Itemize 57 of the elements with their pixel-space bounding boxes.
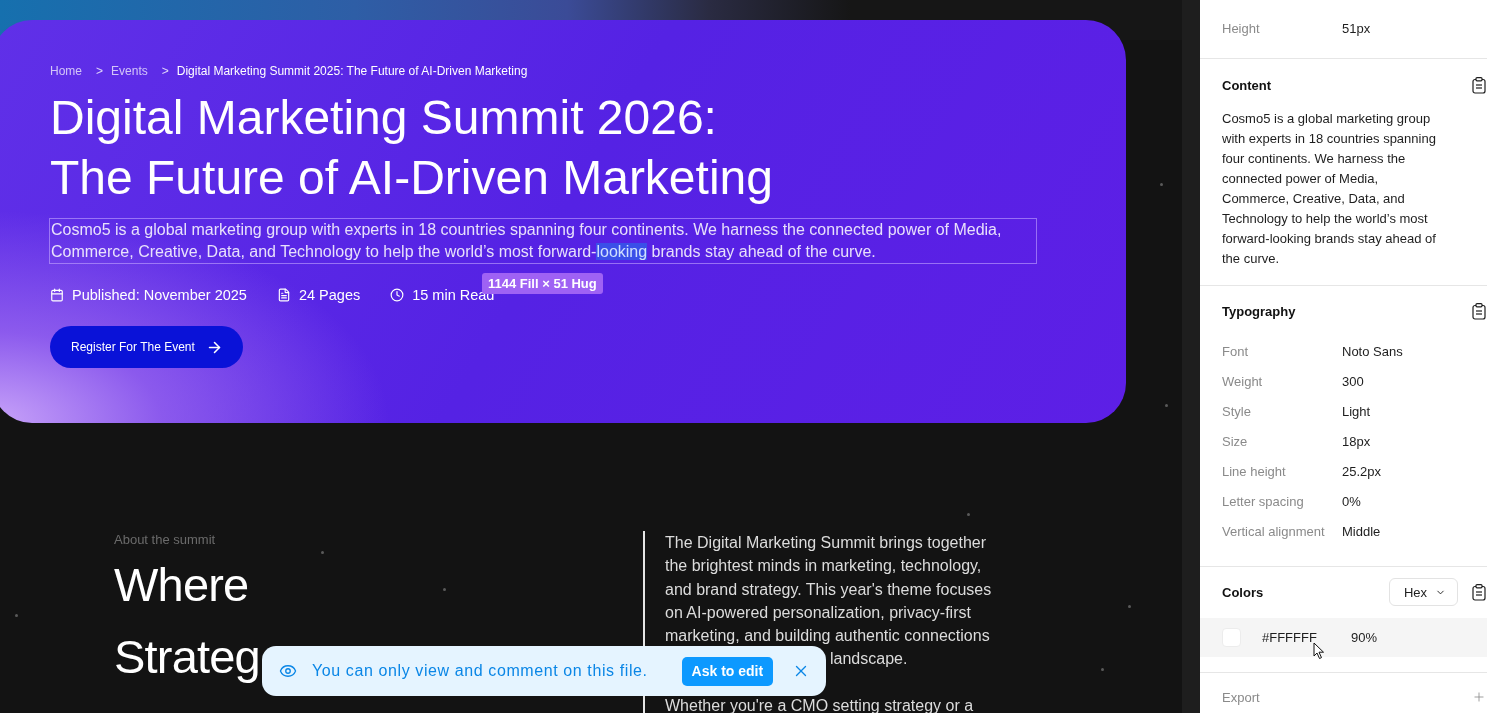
- breadcrumb-separator: >: [96, 64, 104, 78]
- section-heading: Where Strateg: [114, 557, 260, 685]
- register-button[interactable]: Register For The Event: [50, 326, 243, 368]
- property-value: 0%: [1342, 493, 1361, 509]
- clock-icon: [390, 288, 405, 302]
- property-value: 25.2px: [1342, 463, 1382, 479]
- eye-icon: [279, 662, 297, 680]
- calendar-icon: [50, 288, 64, 302]
- document-icon: [276, 288, 291, 302]
- page-title: Digital Marketing Summit 2026: The Future of AI-Driven Marketing: [50, 90, 774, 206]
- property-label: Font: [1222, 343, 1248, 359]
- dimension-badge: 1144 Fill × 51 Hug: [482, 273, 603, 294]
- section-title: Export: [1222, 689, 1260, 705]
- property-label: Height: [1222, 20, 1260, 36]
- copy-button[interactable]: [1472, 302, 1486, 320]
- dot-icon: [1160, 183, 1163, 186]
- property-label: Letter spacing: [1222, 493, 1304, 509]
- dot-icon: [443, 588, 446, 591]
- color-opacity: 90%: [1351, 630, 1378, 645]
- body-text-fragment: landscape.: [830, 649, 908, 670]
- breadcrumb-link[interactable]: Home: [50, 64, 82, 78]
- property-value: 18px: [1342, 433, 1371, 449]
- property-label: Line height: [1222, 463, 1286, 479]
- section-title: Typography: [1222, 303, 1296, 319]
- copy-button[interactable]: [1472, 76, 1486, 94]
- property-value: Light: [1342, 403, 1371, 419]
- color-hex: #FFFFFF: [1262, 630, 1317, 645]
- meta-text: 24 Pages: [298, 287, 361, 303]
- plus-icon: [1472, 689, 1486, 705]
- property-value: Noto Sans: [1342, 343, 1403, 359]
- property-value: 51px: [1342, 20, 1371, 36]
- hero-description: Cosmo5 is a global marketing group with experts in 18 countries spanning four continents. We harness the connected power of Media, Commerce, Creative, Data, and Technology to help the world’s most forward-looking brands stay ahead of the curve.: [49, 218, 1037, 264]
- breadcrumb-separator: >: [161, 64, 169, 78]
- content-text: Cosmo5 is a global marketing group with experts in 18 countries spanning four continents. We harness the connected power of Media, Commerce, Creative, Data, and Technology to help the world’s most forward-looking brands stay ahead of the curve.: [1222, 110, 1437, 268]
- property-label: Weight: [1222, 373, 1263, 389]
- copy-button[interactable]: [1472, 583, 1486, 601]
- property-label: Vertical alignment: [1222, 523, 1325, 539]
- breadcrumb-link[interactable]: Events: [111, 64, 148, 78]
- color-row[interactable]: #FFFFFF 90%: [1200, 618, 1487, 657]
- section-eyebrow: About the summit: [114, 531, 216, 549]
- dot-icon: [967, 513, 970, 516]
- property-value: 300: [1342, 373, 1364, 389]
- dot-icon: [1165, 404, 1168, 407]
- breadcrumb-link[interactable]: Digital Marketing Summit 2025: The Future of AI-Driven Marketing: [176, 64, 528, 78]
- meta-text: Published: November 2025: [72, 287, 247, 303]
- cursor-icon: [1313, 642, 1325, 660]
- property-label: Size: [1222, 433, 1248, 449]
- dot-icon: [1101, 668, 1104, 671]
- toast-message: You can only view and comment on this file.: [312, 662, 648, 680]
- section-title: Content: [1222, 77, 1272, 93]
- property-value: Middle: [1342, 523, 1381, 539]
- section-title: Colors: [1222, 584, 1264, 600]
- property-label: Style: [1222, 403, 1251, 419]
- dot-icon: [1128, 605, 1131, 608]
- color-format-dropdown[interactable]: Hex: [1388, 578, 1458, 606]
- dot-icon: [321, 551, 324, 554]
- dot-icon: [15, 614, 18, 617]
